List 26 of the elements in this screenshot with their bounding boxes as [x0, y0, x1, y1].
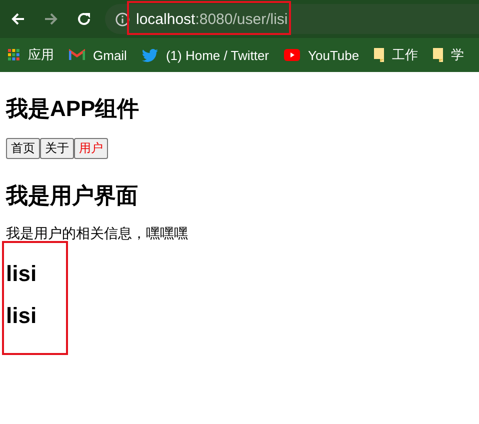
bookmark[interactable]: 学 [433, 46, 464, 64]
back-icon[interactable] [10, 11, 26, 27]
bird-icon [142, 48, 158, 62]
nav-button[interactable]: 首页 [6, 138, 40, 159]
mail-icon [69, 49, 85, 61]
reload-icon[interactable] [76, 11, 92, 27]
page-heading: 我是APP组件 [6, 95, 140, 123]
play-icon [284, 49, 300, 61]
user-name: lisi [6, 303, 37, 329]
info-text: 我是用户的相关信息，嘿嘿嘿 [6, 225, 189, 243]
bookmark[interactable]: YouTube [284, 48, 360, 62]
bookmark[interactable]: 工作 [374, 46, 418, 64]
bookmark[interactable]: (1) Home / Twitter [142, 48, 270, 62]
info-icon[interactable] [115, 12, 130, 26]
bookmark[interactable]: Gmail [69, 48, 127, 62]
address-bar[interactable]: localhost:8080/user/lisi [105, 4, 479, 34]
url-text: localhost:8080/user/lisi [136, 10, 288, 28]
page-icon [374, 48, 384, 62]
user-name: lisi [6, 261, 37, 287]
nav-button[interactable]: 用户 [74, 138, 108, 159]
nav-button[interactable]: 关于 [40, 138, 74, 159]
apps-grid-icon [8, 49, 20, 61]
forward-icon[interactable] [43, 11, 59, 27]
bookmark[interactable]: 应用 [8, 46, 54, 64]
section-heading: 我是用户界面 [6, 182, 139, 210]
page-icon [433, 48, 444, 62]
